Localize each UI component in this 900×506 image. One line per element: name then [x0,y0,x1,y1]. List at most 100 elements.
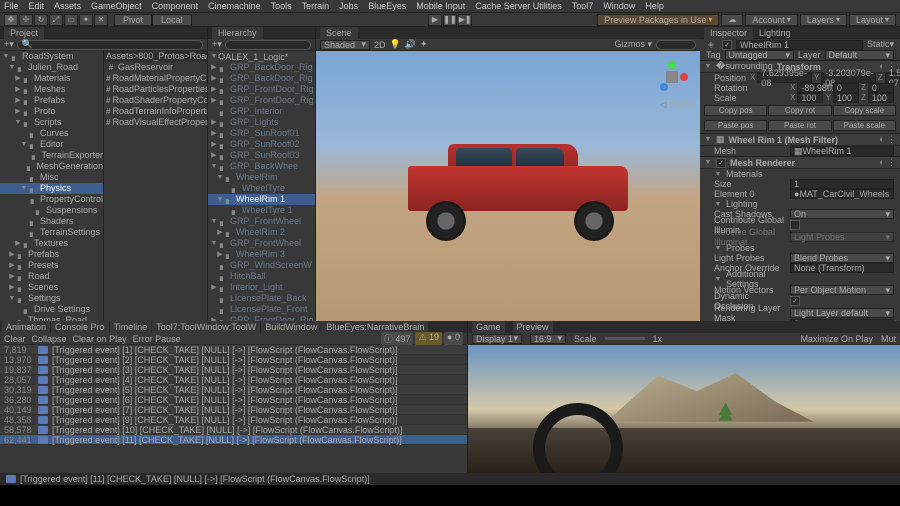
static-dropdown[interactable]: Static▾ [867,39,894,50]
cloud-button[interactable]: ☁ [721,14,743,26]
tree-row[interactable]: ▶Prefabs [0,95,103,106]
rot-y[interactable]: 0 [833,83,859,93]
paste-scale[interactable]: Paste scale [833,120,896,131]
tree-row[interactable]: ▼WheelRim 1 [208,194,315,205]
custom-tool[interactable]: ✕ [94,14,108,26]
audio-toggle[interactable]: 🔊 [405,39,416,50]
asset-item[interactable]: #RoadParticlesProperties [104,84,207,95]
console-tab[interactable]: Animation [2,321,50,333]
account-dropdown[interactable]: Account ▾ [745,14,798,26]
tag-dropdown[interactable]: Untagged▾ [725,50,794,60]
tree-row[interactable]: ▶GRP_FrontDoor_Rig [208,95,315,106]
log-row[interactable]: 58,578[Triggered event] [10] [CHECK_TAKE… [0,425,467,435]
tree-row[interactable]: PropertyControl [0,194,103,205]
active-checkbox[interactable]: ✓ [722,40,732,50]
tree-row[interactable]: MeshGeneration [0,161,103,172]
scl-y[interactable]: 100 [833,93,859,103]
menu-file[interactable]: File [4,1,19,11]
inspector-tab[interactable]: Inspector [704,27,753,39]
rot-z[interactable]: 0 [868,83,894,93]
log-row[interactable]: 7,819[Triggered event] [1] [CHECK_TAKE] … [0,345,467,355]
hierarchy-tab[interactable]: Hierarchy [212,27,263,39]
log-row[interactable]: 48,358[Triggered event] [9] [CHECK_TAKE]… [0,415,467,425]
tree-row[interactable]: GRP_Interior [208,106,315,117]
tree-row[interactable]: ▶Scenes [0,282,103,293]
meshrenderer-component[interactable]: ▼✓ Mesh Renderer◐ ⋮ [700,156,900,169]
hierarchy-search[interactable] [225,40,311,50]
gizmos-dropdown[interactable]: Gizmos ▾ [614,39,652,50]
mat-elem0[interactable]: ● MAT_CarCivil_Wheels [790,189,894,199]
log-row[interactable]: 62,441[Triggered event] [11] [CHECK_TAKE… [0,435,467,445]
tree-row[interactable]: Misc [0,172,103,183]
breadcrumb[interactable]: Assets > 800_Protos > RoadSy [104,51,207,62]
orientation-gizmo[interactable] [652,57,692,97]
meshfilter-component[interactable]: ▼▦ Wheel Rim 1 (Mesh Filter)◐ ⋮ [700,133,900,146]
asset-item[interactable]: #GasReservoir [104,62,207,73]
tree-row[interactable]: Drive Settings [0,304,103,315]
menu-gameobject[interactable]: GameObject [91,1,142,11]
menu-help[interactable]: Help [645,1,664,11]
tree-row[interactable]: ▼GRP_FrontWheel [208,238,315,249]
tree-row[interactable]: ▼WheelRim [208,172,315,183]
rotate-tool[interactable]: ↻ [34,14,48,26]
pos-z[interactable]: 1.525879e-07 [885,73,900,83]
tree-row[interactable]: TerrainExporter [0,150,103,161]
tree-row[interactable]: ▼Julien_Road [0,62,103,73]
menu-terrain[interactable]: Terrain [302,1,330,11]
lighting-tab[interactable]: Lighting [759,28,791,38]
collapse-toggle[interactable]: Collapse [32,334,67,344]
scale-slider[interactable] [605,337,645,340]
pos-x[interactable]: 7.629395e-08 [757,73,812,83]
scene-search[interactable] [656,40,696,50]
scene-viewport[interactable]: ◁ Persp [316,51,700,321]
tree-row[interactable]: LicensePlate_Back [208,293,315,304]
tree-row[interactable]: TerrainSettings [0,227,103,238]
tree-row[interactable]: Curves [0,128,103,139]
mute-toggle[interactable]: Mut [881,334,896,344]
tree-row[interactable]: ▼Physics [0,183,103,194]
shading-mode[interactable]: Shaded▾ [320,40,370,50]
project-search[interactable]: 🔍 [17,40,203,50]
tree-row[interactable]: ▼RoadSystem [0,51,103,62]
asset-item[interactable]: #RoadMaterialPropertyContr [104,73,207,84]
clear-on-play-toggle[interactable]: Clear on Play [73,334,127,344]
light-probes[interactable]: Blend Probes▾ [790,253,894,263]
error-pause-toggle[interactable]: Error Pause [133,334,181,344]
tree-row[interactable]: ▶Road [0,271,103,282]
console-tab[interactable]: Console Pro [51,321,109,333]
tree-row[interactable]: ▶GRP_BackDoor_Rig [208,73,315,84]
display-dropdown[interactable]: Display 1▾ [472,334,522,344]
cast-shadows[interactable]: On▾ [790,209,894,219]
transform-tool[interactable]: ✦ [79,14,93,26]
tree-row[interactable]: ▶GRP_BackDoor_Rig [208,62,315,73]
copy-pos[interactable]: Copy pos [704,105,767,116]
project-tab[interactable]: Project [4,27,44,39]
menu-cinemachine[interactable]: Cinemachine [208,1,261,11]
tree-row[interactable]: HitchBall [208,271,315,282]
play-button[interactable]: ▶ [428,14,442,26]
warn-count[interactable]: ⚠ 19 [415,332,442,345]
log-row[interactable]: 40,149[Triggered event] [7] [CHECK_TAKE]… [0,405,467,415]
console-tab[interactable]: Timeline [110,321,152,333]
pause-button[interactable]: ❚❚ [443,14,457,26]
menu-jobs[interactable]: Jobs [339,1,358,11]
tree-row[interactable]: ▶WheelRim 2 [208,227,315,238]
tree-row[interactable]: ▶Meshes [0,84,103,95]
create-menu[interactable]: +▾ [212,39,222,50]
preview-tab[interactable]: Preview [513,321,553,333]
contribute-gi[interactable] [790,220,800,230]
copy-scale[interactable]: Copy scale [833,105,896,116]
tree-row[interactable]: ▼Scripts [0,117,103,128]
move-tool[interactable]: ✢ [19,14,33,26]
tree-row[interactable]: LicensePlate_Front [208,304,315,315]
tree-row[interactable]: ▶WheelRim 3 [208,249,315,260]
log-row[interactable]: 28,057[Triggered event] [4] [CHECK_TAKE]… [0,375,467,385]
menu-tools[interactable]: Tools [271,1,292,11]
menu-window[interactable]: Window [603,1,635,11]
info-count[interactable]: ⓘ 497 [381,332,414,345]
paste-pos[interactable]: Paste pos [704,120,767,131]
pivot-toggle[interactable]: Pivot [114,14,152,26]
hand-tool[interactable]: ✥ [4,14,18,26]
tree-row[interactable]: ▶Textures [0,238,103,249]
step-button[interactable]: ▶❚ [458,14,472,26]
